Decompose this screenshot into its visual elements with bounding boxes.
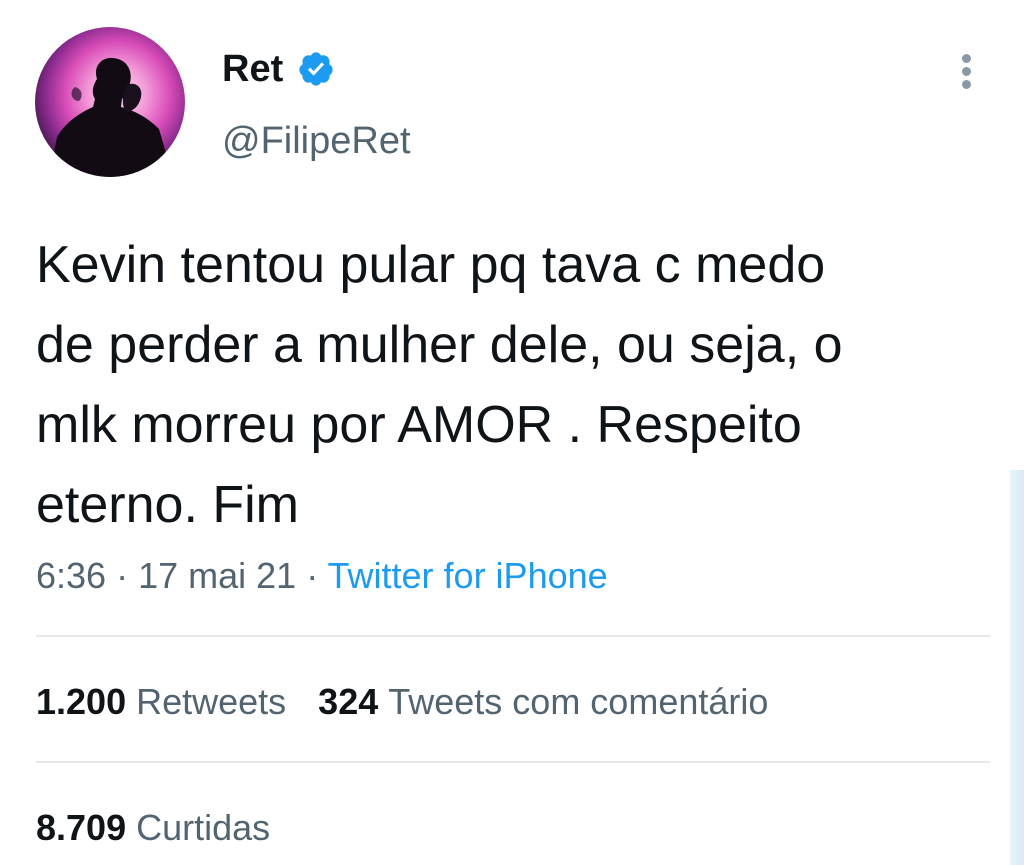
tweet-text: Kevin tentou pular pq tava c medo de per… (36, 236, 843, 534)
likes-stat[interactable]: 8.709 Curtidas (36, 806, 270, 850)
user-handle[interactable]: @FilipeRet (222, 118, 411, 164)
display-name[interactable]: Ret (222, 46, 283, 92)
tweet-date[interactable]: 17 mai 21 (138, 555, 296, 596)
retweets-label: Retweets (136, 681, 287, 722)
tweet-metadata: 6:36 · 17 mai 21 · Twitter for iPhone (36, 554, 608, 598)
more-vertical-icon (962, 80, 971, 89)
quote-tweets-label: Tweets com comentário (388, 681, 769, 722)
scrollbar-track[interactable] (1010, 470, 1024, 865)
quote-tweets-count: 324 (318, 681, 379, 722)
quote-tweets-stat[interactable]: 324 Tweets com comentário (318, 680, 768, 724)
retweets-stat[interactable]: 1.200 Retweets (36, 680, 286, 724)
divider (36, 761, 990, 763)
avatar-silhouette-icon (49, 57, 173, 177)
divider (36, 635, 990, 637)
more-options-button[interactable] (950, 48, 984, 92)
retweets-count: 1.200 (36, 681, 127, 722)
likes-count: 8.709 (36, 807, 127, 848)
meta-separator: · (296, 555, 328, 596)
likes-label: Curtidas (136, 807, 271, 848)
tweet-detail: Ret @FilipeRet Kevin tentou pular pq tav… (0, 0, 1024, 865)
engagement-stats-row: 1.200 Retweets 324 Tweets com comentário (36, 680, 800, 724)
meta-separator: · (106, 555, 139, 596)
verified-badge-icon (299, 52, 333, 86)
more-vertical-icon (962, 54, 971, 63)
likes-stats-row: 8.709 Curtidas (36, 806, 302, 850)
more-vertical-icon (962, 67, 971, 76)
tweet-source-link[interactable]: Twitter for iPhone (328, 555, 608, 596)
tweet-time[interactable]: 6:36 (36, 555, 106, 596)
avatar[interactable] (35, 27, 185, 177)
